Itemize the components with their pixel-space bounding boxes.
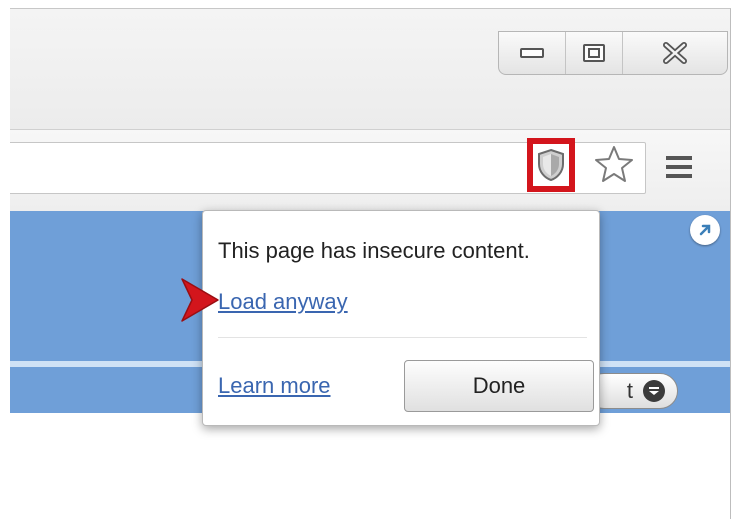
shield-icon xyxy=(538,148,564,182)
window-controls xyxy=(498,31,728,75)
done-button[interactable]: Done xyxy=(404,360,594,412)
insecure-content-shield-button[interactable] xyxy=(527,138,575,192)
close-button[interactable] xyxy=(622,32,727,74)
page-body xyxy=(10,413,730,519)
popup-message: This page has insecure content. xyxy=(218,238,530,263)
popup-divider xyxy=(218,337,587,338)
close-icon xyxy=(663,42,687,64)
minimize-icon xyxy=(520,48,544,58)
title-bar xyxy=(10,9,730,129)
load-anyway-link[interactable]: Load anyway xyxy=(218,289,348,315)
bookmark-star-icon[interactable] xyxy=(594,144,634,184)
minimize-button[interactable] xyxy=(499,32,565,74)
expand-arrow-icon[interactable] xyxy=(690,215,720,245)
dropdown-partial-label: t xyxy=(626,378,633,403)
arrow-up-right-icon xyxy=(699,224,711,236)
browser-window: t This page has insecure content. Load a… xyxy=(10,8,731,519)
chevron-down-icon xyxy=(643,380,665,402)
insecure-content-popup: This page has insecure content. Load any… xyxy=(202,210,600,426)
menu-icon[interactable] xyxy=(665,154,693,180)
red-arrow-pointer-icon xyxy=(181,278,219,322)
maximize-icon xyxy=(583,44,605,62)
maximize-button[interactable] xyxy=(565,32,622,74)
browser-toolbar xyxy=(10,129,730,213)
learn-more-link[interactable]: Learn more xyxy=(218,373,331,399)
